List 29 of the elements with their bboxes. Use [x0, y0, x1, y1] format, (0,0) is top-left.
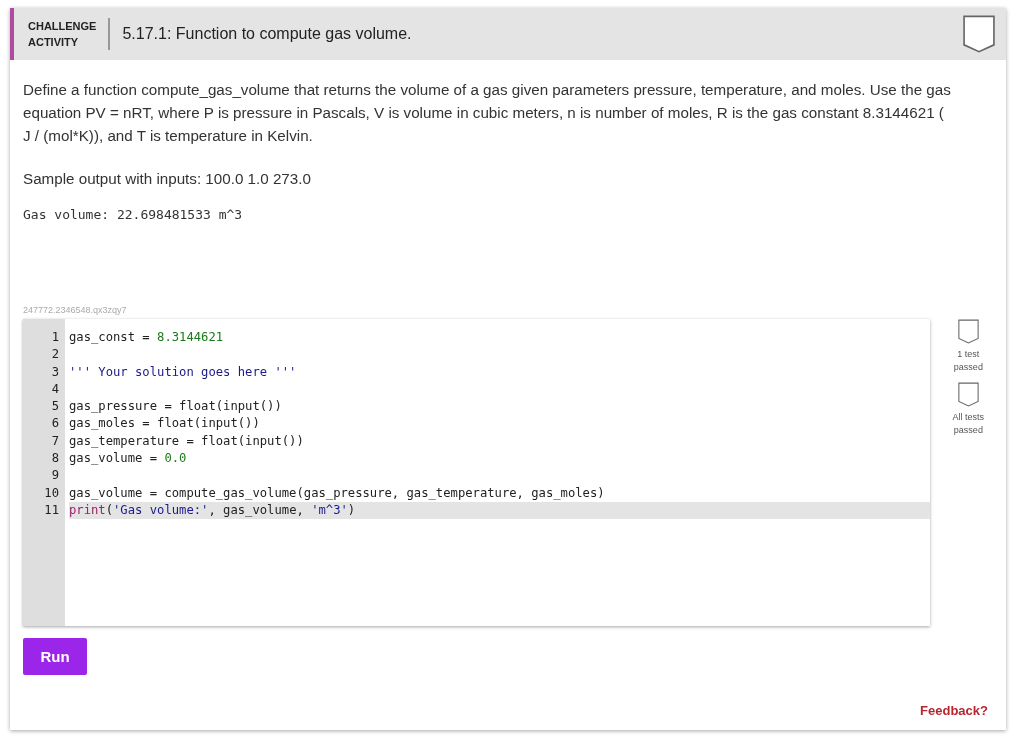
code-line: ''' Your solution goes here ''' [69, 363, 298, 381]
line-number: 11 [43, 501, 60, 519]
line-number: 10 [43, 484, 60, 502]
code-line: gas_volume = 0.0 [69, 450, 188, 468]
line-number: 7 [50, 432, 60, 450]
line-number: 3 [50, 363, 60, 381]
code-line: gas_temperature = float(input()) [69, 432, 305, 450]
code-editor[interactable] [23, 319, 930, 626]
test-status-label: All tests passed [951, 411, 986, 437]
activity-title: 5.17.1: Function to compute gas volume. [122, 25, 413, 43]
feedback-link[interactable]: Feedback? [920, 703, 988, 718]
line-number: 6 [50, 415, 60, 433]
sample-label: Sample output with inputs: 100.0 1.0 273.0 [23, 170, 312, 187]
code-line: gas_volume = compute_gas_volume(gas_pressure, gas_temperature, gas_moles) [69, 484, 606, 502]
line-number: 5 [50, 398, 60, 416]
line-number: 1 [50, 329, 60, 346]
instructions-text: Define a function compute_gas_volume that returns the volume of a gas given parameters pressure, temperature, and moles. Use the gas equation PV = nRT, where P is pressure in Pascals, V is volume in cubic meters, n is number of moles, R is the gas constant 8.3144621 ( J / (mol*K)), and T is temperature in Kelvin. [23, 80, 952, 146]
line-number: 8 [50, 450, 60, 468]
test-status-label: 1 test passed [952, 348, 984, 374]
run-button[interactable]: Run [23, 638, 87, 675]
line-number: 2 [50, 346, 60, 364]
code-line: gas_const = 8.3144621 [69, 329, 225, 346]
code-line: gas_pressure = float(input()) [69, 398, 283, 416]
line-number: 4 [50, 380, 60, 398]
activity-id: 247772.2346548.qx3zqy7 [23, 305, 128, 315]
line-number: 9 [50, 467, 60, 485]
sample-output: Gas volume: 22.698481533 m^3 [23, 207, 244, 222]
activity-type-label: CHALLENGE ACTIVITY [28, 18, 111, 50]
code-line: gas_moles = float(input()) [69, 415, 261, 433]
